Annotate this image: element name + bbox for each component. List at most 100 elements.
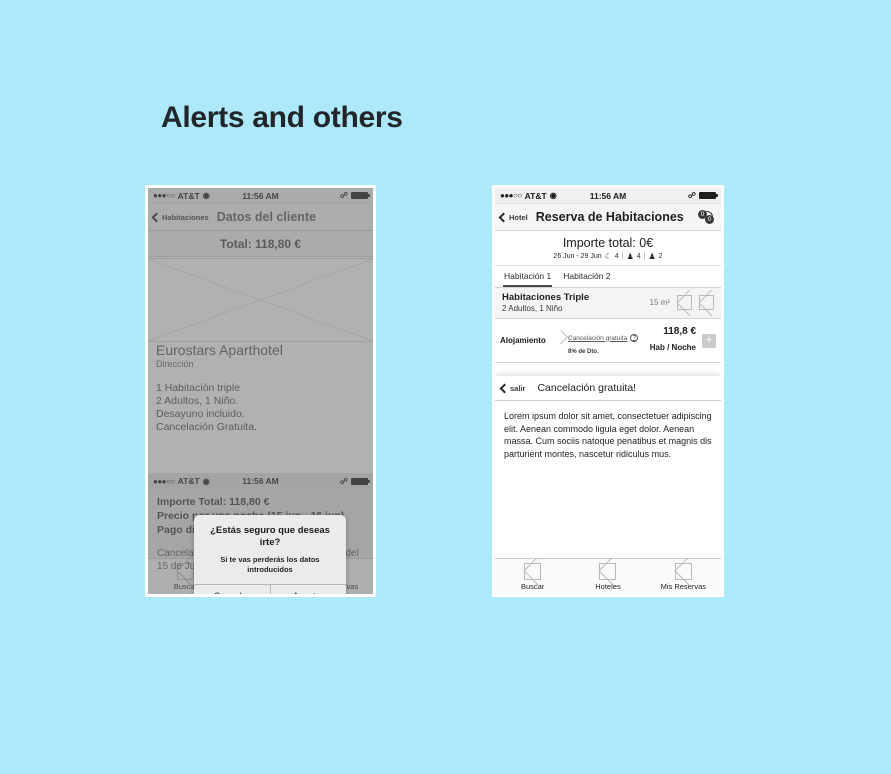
- booking-summary: Importe total: 0€ 26 Jun - 29 Jun ☾ 4 | …: [495, 231, 721, 266]
- sub-status-bar-right: ☍: [339, 476, 370, 486]
- chevron-right-icon: [554, 328, 566, 354]
- screen-right: ●●●○○ AT&T ◉ 11:56 AM ☍ Hotel Reserva de…: [495, 188, 721, 594]
- tab-bar-right: Buscar Hoteles Mis Reservas: [495, 558, 721, 594]
- bluetooth-icon: ☍: [687, 191, 696, 200]
- chevron-left-icon: [499, 383, 510, 393]
- hotel-detail-rooms: 1 Habitación triple: [156, 382, 241, 394]
- rate-cancellation-label: Cancelación gratuita: [568, 334, 628, 342]
- wifi-icon: ◉: [549, 191, 557, 200]
- room-occupancy: 2 Adultos, 1 Niño: [502, 304, 563, 313]
- summary-children: 2: [658, 253, 663, 260]
- room-size: 15 m²: [649, 298, 670, 307]
- rate-row: Alojamiento Cancelación gratuita ? 8% de…: [495, 319, 721, 363]
- hotel-details: 1 Habitación triple 2 Adultos, 1 Niño. D…: [156, 382, 365, 434]
- phone-mockup-left: ●●●○○ AT&T ◉ 11:56 AM ☍ Habitaciones Dat…: [145, 185, 376, 597]
- summary-dates: 26 Jun - 29 Jun: [553, 253, 602, 260]
- add-room-button[interactable]: +: [702, 333, 716, 348]
- alert-cancel-button[interactable]: Cancelar: [194, 585, 270, 594]
- wifi-icon: ◉: [202, 476, 210, 486]
- cart-icon[interactable]: 0 0: [698, 210, 716, 224]
- bluetooth-icon: ☍: [339, 191, 348, 200]
- room-tabs: Habitación 1 Habitación 2: [495, 266, 721, 288]
- rate-discount: 8% de Dto.: [568, 348, 599, 355]
- page-title: Alerts and others: [161, 101, 403, 134]
- hotel-info-block: Eurostars Aparthotel Dirección 1 Habitac…: [156, 342, 365, 434]
- tab-buscar[interactable]: Buscar: [495, 562, 570, 591]
- nav-title: Datos del cliente: [216, 210, 317, 224]
- page-root: Alerts and others ●●●○○ AT&T ◉ 11:56 AM …: [0, 0, 891, 774]
- alert-title: ¿Estás seguro que deseas irte?: [210, 525, 330, 548]
- tab-mis-reservas[interactable]: Mis Reservas: [646, 562, 721, 591]
- room-name: Habitaciones Triple: [502, 292, 590, 303]
- moon-icon: ☾: [604, 252, 612, 261]
- carrier-label: AT&T: [177, 190, 200, 201]
- summary-meta: 26 Jun - 29 Jun ☾ 4 | ♟ 4 | ♟ 2: [495, 252, 721, 261]
- status-bar-left: ●●●○○ AT&T ◉: [153, 191, 210, 201]
- sheet-back-label: salir: [510, 383, 526, 393]
- carrier-label: AT&T: [177, 476, 200, 486]
- total-bar: Total: 118,80 €: [148, 231, 373, 257]
- hotel-detail-guests: 2 Adultos, 1 Niño.: [156, 395, 239, 407]
- placeholder-icon[interactable]: [677, 295, 692, 310]
- question-icon[interactable]: ?: [630, 334, 639, 342]
- divider: |: [643, 253, 646, 260]
- battery-icon: [351, 192, 370, 199]
- tab-label: Hoteles: [595, 581, 621, 591]
- status-bar-right: ☍: [687, 191, 718, 200]
- status-bar: ●●●○○ AT&T ◉ 11:56 AM ☍: [495, 188, 721, 204]
- wifi-icon: ◉: [202, 191, 210, 200]
- signal-dots-icon: ●●●○○: [500, 191, 522, 200]
- tab-label: Buscar: [520, 581, 545, 591]
- alert-accept-button[interactable]: Aceptar: [269, 585, 347, 594]
- placeholder-icon: [674, 562, 692, 580]
- placeholder-icon: [524, 562, 542, 580]
- nav-title: Reserva de Habitaciones: [535, 210, 684, 224]
- adult-icon: ♟: [626, 252, 634, 261]
- room-tab-1[interactable]: Habitación 1: [503, 269, 553, 287]
- back-button[interactable]: Hotel: [498, 212, 528, 222]
- sheet-body: Lorem ipsum dolor sit amet, consectetuer…: [504, 411, 712, 459]
- alert-actions: Cancelar Aceptar: [194, 584, 346, 594]
- child-icon: ♟: [648, 252, 656, 261]
- nav-bar-right: Hotel Reserva de Habitaciones 0 0: [495, 204, 721, 231]
- battery-icon: [699, 192, 718, 199]
- summary-nights: 4: [614, 253, 619, 260]
- rate-amount: 118,8 €: [663, 326, 696, 337]
- back-button[interactable]: Habitaciones: [151, 212, 209, 222]
- placeholder-icon[interactable]: [699, 295, 714, 310]
- sheet-header: salir Cancelación gratuita!: [495, 376, 721, 401]
- rate-price-block: 118,8 € Hab / Noche: [650, 326, 696, 355]
- sheet-back-button[interactable]: salir: [499, 383, 526, 393]
- room-tab-2[interactable]: Habitación 2: [562, 269, 611, 287]
- chevron-left-icon: [498, 212, 509, 222]
- tab-hoteles[interactable]: Hoteles: [570, 562, 645, 591]
- status-bar: ●●●○○ AT&T ◉ 11:56 AM ☍: [148, 188, 373, 204]
- divider: |: [621, 253, 624, 260]
- rate-cancellation-link[interactable]: Cancelación gratuita ?: [568, 334, 639, 342]
- status-bar-right: ☍: [339, 191, 370, 200]
- hotel-detail-cancellation: Cancelación Gratuita.: [156, 421, 257, 433]
- signal-dots-icon: ●●●○○: [153, 191, 175, 200]
- nav-bar-left: Habitaciones Datos del cliente: [148, 204, 373, 231]
- cart-badge-secondary: 0: [705, 215, 714, 224]
- alert-dialog: ¿Estás seguro que deseas irte? Si te vas…: [194, 515, 346, 594]
- cancellation-sheet: salir Cancelación gratuita! Lorem ipsum …: [495, 376, 721, 558]
- back-button-label: Hotel: [509, 212, 528, 222]
- rate-details: Cancelación gratuita ? 8% de Dto.: [566, 327, 650, 355]
- rate-unit: Hab / Noche: [649, 343, 696, 352]
- carrier-label: AT&T: [524, 190, 547, 201]
- bluetooth-icon: ☍: [339, 476, 348, 486]
- signal-dots-icon: ●●●○○: [153, 476, 175, 486]
- hotel-detail-breakfast: Desayuno incluido.: [156, 408, 245, 420]
- room-header-text: Habitaciones Triple 2 Adultos, 1 Niño: [502, 292, 589, 313]
- summary-adults: 4: [636, 253, 641, 260]
- room-header: Habitaciones Triple 2 Adultos, 1 Niño 15…: [495, 288, 721, 319]
- hotel-address: Dirección: [156, 359, 194, 369]
- sub-total-line: Importe Total: 118,80 €: [157, 496, 270, 508]
- summary-total: Importe total: 0€: [562, 236, 654, 250]
- sub-status-bar-left: ●●●○○ AT&T ◉: [153, 476, 210, 486]
- chevron-left-icon: [151, 212, 162, 222]
- sheet-title: Cancelación gratuita!: [537, 382, 637, 394]
- sub-status-bar: ●●●○○ AT&T ◉ 11:56 AM ☍: [148, 473, 373, 489]
- phone-mockup-right: ●●●○○ AT&T ◉ 11:56 AM ☍ Hotel Reserva de…: [492, 185, 724, 597]
